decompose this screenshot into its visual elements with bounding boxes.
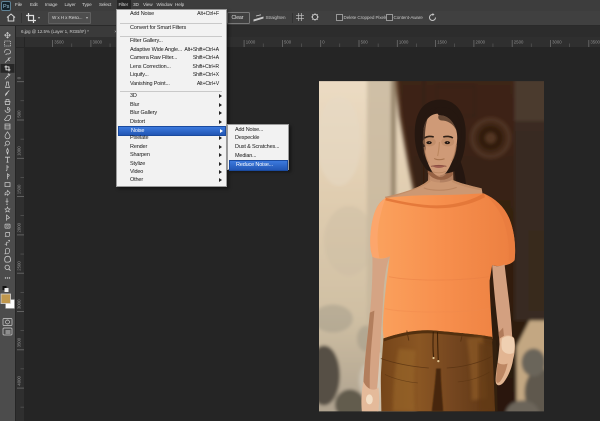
svg-text:500: 500 bbox=[17, 110, 22, 118]
svg-text:3500: 3500 bbox=[17, 337, 22, 347]
svg-text:2000: 2000 bbox=[476, 40, 486, 45]
svg-text:1500: 1500 bbox=[17, 184, 22, 194]
svg-text:4000: 4000 bbox=[17, 376, 22, 386]
svg-text:1500: 1500 bbox=[437, 40, 447, 45]
svg-text:3000: 3000 bbox=[552, 40, 562, 45]
svg-text:1000: 1000 bbox=[17, 146, 22, 156]
svg-text:3000: 3000 bbox=[93, 40, 103, 45]
svg-text:3000: 3000 bbox=[17, 299, 22, 309]
svg-text:3500: 3500 bbox=[54, 40, 64, 45]
svg-text:Ps: Ps bbox=[3, 4, 10, 10]
svg-text:500: 500 bbox=[361, 40, 369, 45]
svg-text:3500: 3500 bbox=[590, 40, 600, 45]
svg-text:2500: 2500 bbox=[514, 40, 524, 45]
svg-text:2000: 2000 bbox=[17, 222, 22, 232]
svg-text:0: 0 bbox=[322, 40, 325, 45]
svg-text:0: 0 bbox=[17, 76, 22, 79]
svg-text:1000: 1000 bbox=[246, 40, 256, 45]
svg-text:2500: 2500 bbox=[17, 261, 22, 271]
svg-text:500: 500 bbox=[284, 40, 292, 45]
svg-text:1000: 1000 bbox=[399, 40, 409, 45]
